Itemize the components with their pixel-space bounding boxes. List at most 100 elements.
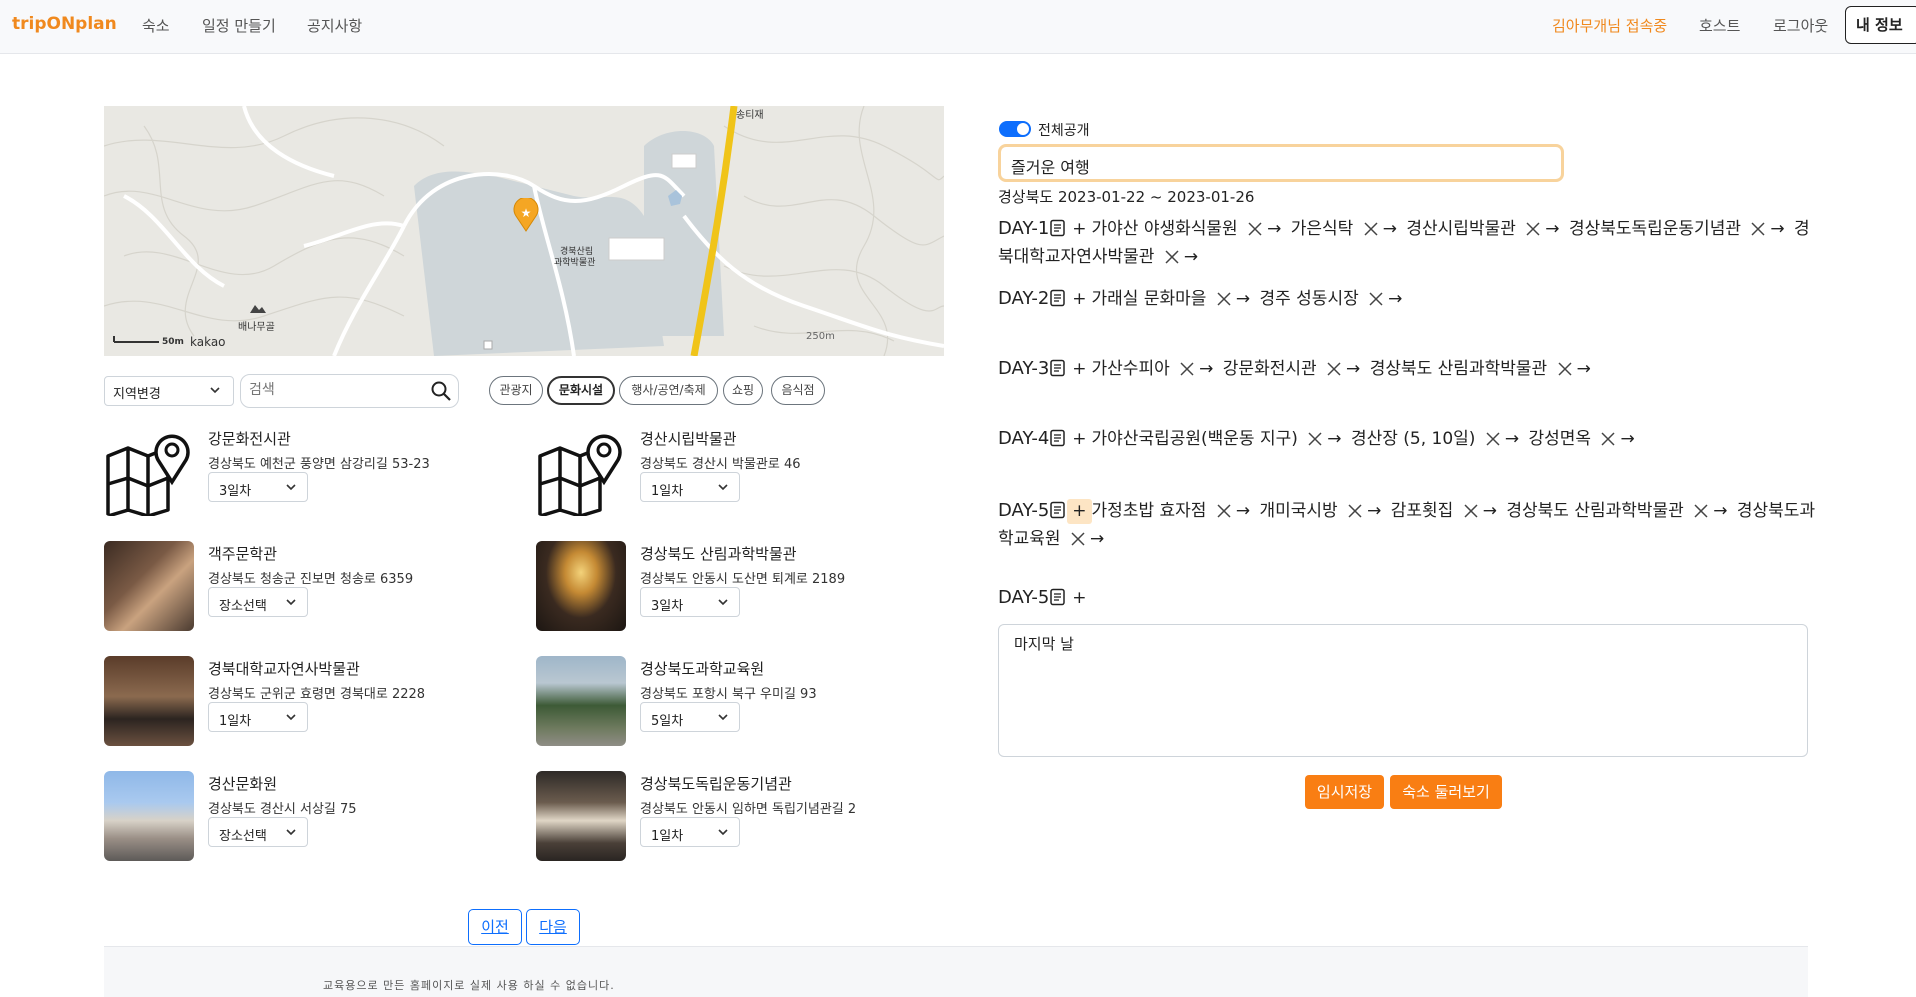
nav-logout[interactable]: 로그아웃	[1773, 15, 1828, 36]
remove-icon[interactable]	[1693, 502, 1709, 527]
remove-icon[interactable]	[1368, 290, 1384, 315]
remove-icon[interactable]	[1216, 290, 1232, 315]
my-info-button[interactable]: 내 정보	[1845, 6, 1916, 44]
remove-icon[interactable]	[1307, 430, 1323, 455]
itinerary-place: 가야산 야생화식물원	[1091, 219, 1244, 239]
category-culture[interactable]: 문화시설	[547, 376, 615, 405]
map[interactable]: ★ 송티재 경북산림 과학박물관 배나무골 250m 50m kakao	[104, 106, 944, 356]
remove-icon[interactable]	[1600, 430, 1616, 455]
memo-icon[interactable]	[1049, 501, 1067, 527]
place-item: 경산문화원 경상북도 경산시 서상길 75 장소선택	[104, 771, 524, 863]
place-name[interactable]: 경상북도과학교육원	[640, 658, 764, 679]
place-name[interactable]: 경산시립박물관	[640, 428, 737, 449]
plan-title-input[interactable]: 즐거운 여행	[998, 144, 1564, 182]
add-place-button[interactable]: +	[1067, 586, 1091, 611]
add-place-button[interactable]: +	[1067, 287, 1091, 312]
save-draft-button[interactable]: 임시저장	[1305, 775, 1384, 809]
arrow-right-icon: →	[1089, 529, 1105, 549]
day-memo-textarea[interactable]: 마지막 날	[998, 624, 1808, 757]
remove-icon[interactable]	[1216, 502, 1232, 527]
add-place-button[interactable]: +	[1067, 217, 1091, 242]
arrow-right-icon: →	[1388, 289, 1403, 309]
place-name[interactable]: 강문화전시관	[208, 428, 291, 449]
search-icon[interactable]	[430, 380, 452, 406]
arrow-right-icon: →	[1346, 359, 1361, 379]
place-item: 경상북도독립운동기념관 경상북도 안동시 임하면 독립기념관길 2 1일차	[536, 771, 956, 863]
next-page-button[interactable]: 다음	[526, 909, 580, 945]
place-name[interactable]: 경산문화원	[208, 773, 277, 794]
remove-icon[interactable]	[1463, 502, 1479, 527]
place-name[interactable]: 경상북도 산림과학박물관	[640, 543, 797, 564]
chevron-down-icon	[209, 384, 221, 400]
place-item: 경상북도과학교육원 경상북도 포항시 북구 우미길 93 5일차	[536, 656, 956, 748]
remove-icon[interactable]	[1750, 220, 1766, 245]
search-input[interactable]	[249, 375, 419, 405]
category-shopping[interactable]: 쇼핑	[723, 376, 763, 405]
add-place-button[interactable]: +	[1067, 427, 1091, 452]
day-select[interactable]: 장소선택	[208, 587, 308, 617]
category-tourism[interactable]: 관광지	[489, 376, 543, 405]
chevron-down-icon	[717, 826, 729, 842]
place-photo	[536, 656, 626, 746]
day-select[interactable]: 3일차	[640, 587, 740, 617]
arrow-right-icon: →	[1545, 219, 1560, 239]
place-address: 경상북도 군위군 효령면 경북대로 2228	[208, 687, 426, 702]
region-select[interactable]: 지역변경	[104, 376, 234, 406]
remove-icon[interactable]	[1557, 360, 1573, 385]
day-select-value: 3일차	[219, 484, 252, 499]
arrow-right-icon: →	[1183, 247, 1199, 267]
day-select[interactable]: 1일차	[208, 702, 308, 732]
category-events[interactable]: 행사/공연/축제	[619, 376, 718, 405]
day-select[interactable]: 1일차	[640, 817, 740, 847]
place-name[interactable]: 경북대학교자연사박물관	[208, 658, 360, 679]
brand-logo[interactable]: tripONplan	[12, 14, 117, 34]
place-name[interactable]: 객주문학관	[208, 543, 277, 564]
itinerary-place: 강성면옥	[1528, 429, 1597, 449]
arrow-right-icon: →	[1504, 429, 1520, 449]
memo-icon[interactable]	[1049, 219, 1067, 245]
remove-icon[interactable]	[1070, 530, 1086, 555]
nav-make-schedule[interactable]: 일정 만들기	[202, 15, 276, 36]
place-item: 경북대학교자연사박물관 경상북도 군위군 효령면 경북대로 2228 1일차	[104, 656, 524, 748]
memo-icon[interactable]	[1049, 289, 1067, 315]
prev-page-button[interactable]: 이전	[468, 909, 522, 945]
day-select[interactable]: 1일차	[640, 472, 740, 502]
place-photo	[104, 771, 194, 861]
itinerary-place: 경상북도독립운동기념관	[1568, 219, 1747, 239]
day-row: DAY-4 + 가야산국립공원(백운동 지구) → 경산장 (5, 10일) → 강…	[998, 426, 1818, 455]
visibility-toggle[interactable]	[999, 121, 1031, 137]
day-select[interactable]: 5일차	[640, 702, 740, 732]
remove-icon[interactable]	[1525, 220, 1541, 245]
remove-icon[interactable]	[1247, 220, 1263, 245]
itinerary-place: 가은식탁	[1290, 219, 1359, 239]
browse-lodging-button[interactable]: 숙소 둘러보기	[1390, 775, 1502, 809]
add-place-button[interactable]: +	[1067, 357, 1091, 382]
remove-icon[interactable]	[1164, 248, 1180, 273]
memo-icon[interactable]	[1049, 429, 1067, 455]
day-select[interactable]: 3일차	[208, 472, 308, 502]
nav-lodging[interactable]: 숙소	[142, 15, 170, 36]
itinerary-place: 경상북도 산림과학박물관	[1506, 501, 1690, 521]
user-status: 김아무개님 접속중	[1552, 17, 1668, 35]
arrow-right-icon: →	[1235, 501, 1251, 521]
category-restaurant[interactable]: 음식점	[771, 376, 825, 405]
day-row: DAY-1 + 가야산 야생화식물원 → 가은식탁 → 경산시립박물관 → 경상북도…	[998, 216, 1818, 273]
nav-host[interactable]: 호스트	[1699, 15, 1740, 36]
nav-notice[interactable]: 공지사항	[307, 15, 362, 36]
remove-icon[interactable]	[1485, 430, 1501, 455]
place-address: 경상북도 예천군 풍양면 삼강리길 53-23	[208, 457, 430, 472]
add-place-button[interactable]: +	[1067, 499, 1092, 524]
memo-icon[interactable]	[1049, 359, 1067, 385]
map-label-museum-2: 과학박물관	[554, 258, 596, 268]
place-name[interactable]: 경상북도독립운동기념관	[640, 773, 792, 794]
remove-icon[interactable]	[1347, 502, 1363, 527]
remove-icon[interactable]	[1326, 360, 1342, 385]
remove-icon[interactable]	[1363, 220, 1379, 245]
memo-icon[interactable]	[1049, 588, 1067, 614]
day-select[interactable]: 장소선택	[208, 817, 308, 847]
remove-icon[interactable]	[1179, 360, 1195, 385]
chevron-down-icon	[717, 596, 729, 612]
place-address: 경상북도 경산시 서상길 75	[208, 802, 357, 817]
itinerary-place: 경산장 (5, 10일)	[1350, 429, 1481, 449]
map-label-songtijae: 송티재	[736, 110, 764, 121]
